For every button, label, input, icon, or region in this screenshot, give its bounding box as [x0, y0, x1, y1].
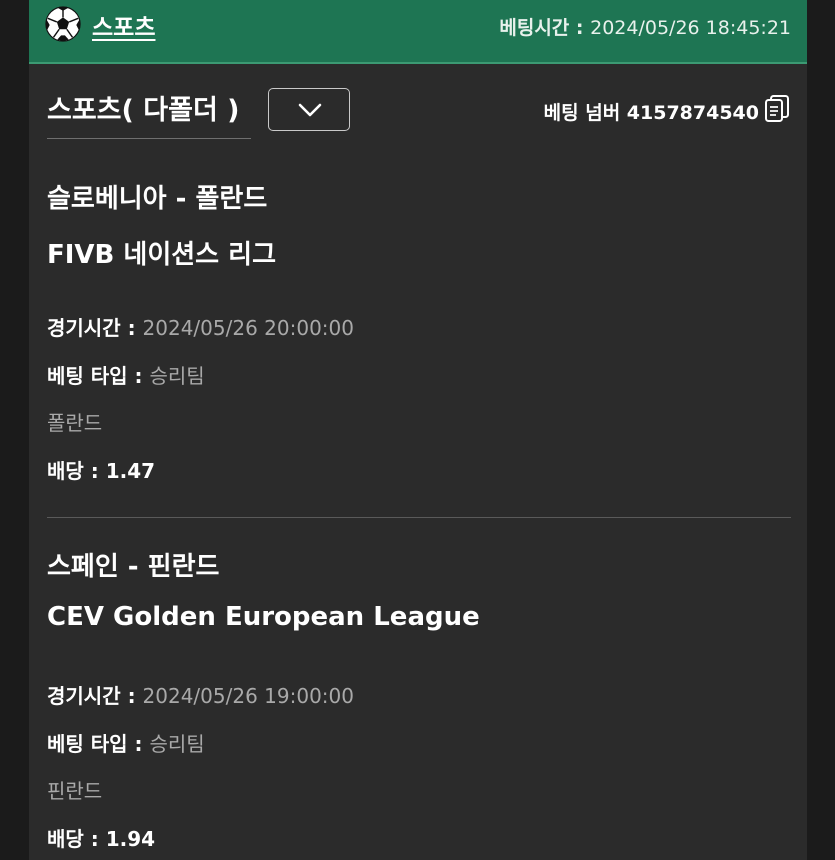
bet-time: 베팅시간 : 2024/05/26 18:45:21: [499, 13, 791, 40]
bet-type-row-label: 베팅 타입 :: [47, 732, 150, 756]
match-item: 스페인 - 핀란드 CEV Golden European League 경기시…: [47, 546, 791, 860]
bet-time-value: 2024/05/26 18:45:21: [590, 17, 791, 39]
header-title[interactable]: 스포츠: [92, 8, 155, 42]
chevron-down-icon: [298, 103, 322, 117]
match-teams: 슬로베니아 - 폴란드: [47, 184, 268, 214]
bet-number-value: 4157874540: [626, 102, 759, 124]
odds-row: 배당 : 1.94: [47, 823, 155, 852]
match-time-value: 2024/05/26 19:00:00: [142, 684, 354, 708]
bet-type-label: 스포츠( 다폴더 ): [47, 95, 240, 126]
odds-value: 1.94: [105, 827, 156, 851]
odds-label: 배당 :: [47, 827, 106, 851]
bet-type-select[interactable]: 스포츠( 다폴더 ): [47, 86, 251, 139]
bet-type-row: 베팅 타입 : 승리팀: [47, 728, 205, 757]
match-league: FIVB 네이션스 리그: [47, 240, 276, 270]
bet-time-label: 베팅시간 :: [499, 17, 591, 39]
bet-number-label: 베팅 넘버: [543, 102, 627, 124]
odds-label: 배당 :: [47, 459, 106, 483]
match-item: 슬로베니아 - 폴란드 FIVB 네이션스 리그 경기시간 : 2024/05/…: [47, 178, 791, 498]
match-time-row: 경기시간 : 2024/05/26 20:00:00: [47, 312, 354, 341]
bet-pick: 폴란드: [47, 411, 103, 435]
match-league: CEV Golden European League: [47, 602, 480, 632]
match-time-value: 2024/05/26 20:00:00: [142, 316, 354, 340]
match-time-row: 경기시간 : 2024/05/26 19:00:00: [47, 680, 354, 709]
copy-icon[interactable]: [764, 94, 790, 124]
bet-type-row-value: 승리팀: [149, 364, 205, 388]
bet-slip-panel: 스포츠 베팅시간 : 2024/05/26 18:45:21 스포츠( 다폴더 …: [29, 0, 807, 860]
odds-value: 1.47: [105, 459, 156, 483]
odds-row: 배당 : 1.47: [47, 455, 155, 484]
header-bar: 스포츠 베팅시간 : 2024/05/26 18:45:21: [29, 0, 807, 64]
bet-type-row-label: 베팅 타입 :: [47, 364, 150, 388]
soccer-ball-icon: [45, 6, 81, 42]
dropdown-toggle-button[interactable]: [268, 88, 350, 131]
match-time-label: 경기시간 :: [47, 316, 143, 340]
match-divider: [47, 517, 791, 518]
bet-number: 베팅 넘버 4157874540: [544, 98, 759, 125]
bet-pick: 핀란드: [47, 779, 103, 803]
bet-type-row-value: 승리팀: [149, 732, 205, 756]
bet-type-row: 베팅 타입 : 승리팀: [47, 360, 205, 389]
match-teams: 스페인 - 핀란드: [47, 552, 220, 582]
match-time-label: 경기시간 :: [47, 684, 143, 708]
